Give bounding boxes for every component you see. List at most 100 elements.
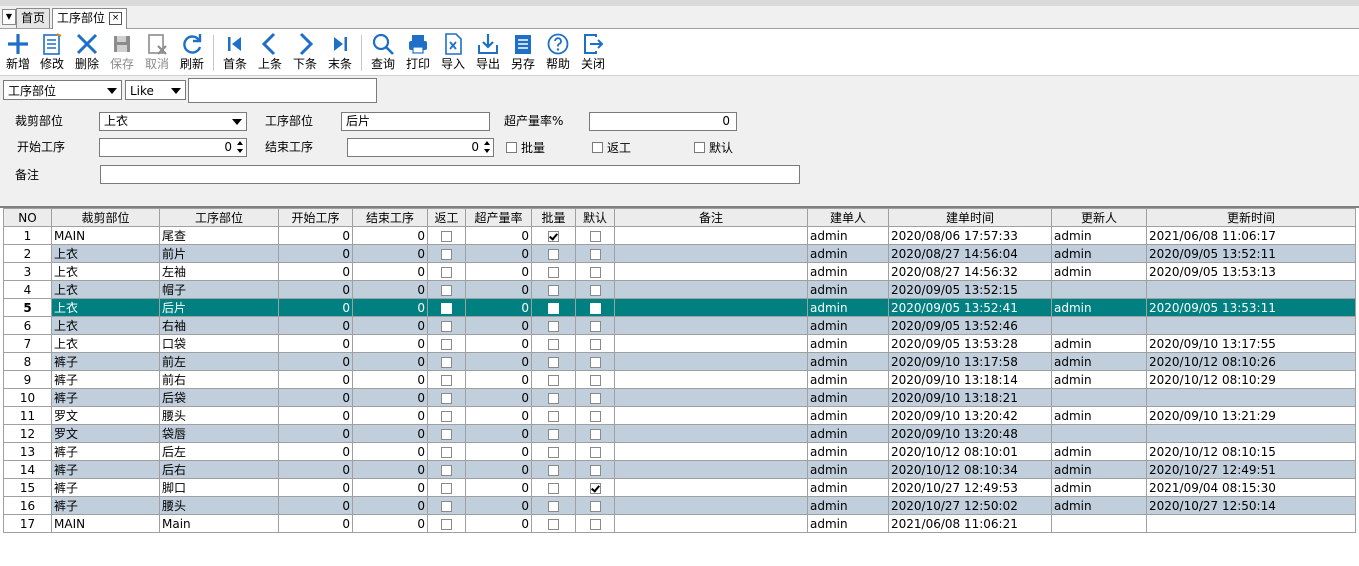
cell-def[interactable] xyxy=(575,514,615,533)
cell-def[interactable] xyxy=(575,478,615,497)
print-button[interactable]: 打印 xyxy=(401,31,435,73)
end-process-stepper[interactable]: 0 xyxy=(347,138,494,157)
tab-home[interactable]: 首页 xyxy=(16,8,51,28)
export-button[interactable]: 导出 xyxy=(471,31,505,73)
cell-def[interactable] xyxy=(575,388,615,407)
cell-def[interactable] xyxy=(575,406,615,425)
search-field-select[interactable]: 工序部位 xyxy=(3,80,122,100)
cell-batch[interactable] xyxy=(531,406,576,425)
save-button[interactable]: 保存 xyxy=(105,31,139,73)
edit-button[interactable]: 修改 xyxy=(35,31,69,73)
column-header[interactable]: 更新时间 xyxy=(1146,208,1356,227)
table-row[interactable]: 8 裤子 前左 0 0 0 admin 2020/09/10 13:17:58 admin 202… xyxy=(3,352,1356,371)
cell-batch[interactable] xyxy=(531,514,576,533)
cell-def[interactable] xyxy=(575,424,615,443)
cell-batch[interactable] xyxy=(531,244,576,263)
search-keyword-input[interactable] xyxy=(188,78,377,103)
cell-rework[interactable] xyxy=(427,298,466,317)
cell-rework[interactable] xyxy=(427,514,466,533)
default-checkbox[interactable]: 默认 xyxy=(694,140,733,156)
cell-def[interactable] xyxy=(575,316,615,335)
cell-def[interactable] xyxy=(575,460,615,479)
cell-rework[interactable] xyxy=(427,226,466,245)
cancel-button[interactable]: 取消 xyxy=(140,31,174,73)
column-header[interactable]: 返工 xyxy=(427,208,466,227)
start-process-stepper[interactable]: 0 xyxy=(99,138,247,157)
table-row[interactable]: 2 上衣 前片 0 0 0 admin 2020/08/27 14:56:04 admin 202… xyxy=(3,244,1356,263)
cell-rework[interactable] xyxy=(427,352,466,371)
column-header[interactable]: 工序部位 xyxy=(159,208,279,227)
cell-batch[interactable] xyxy=(531,370,576,389)
table-row[interactable]: 1 MAIN 尾查 0 0 0 admin 2020/08/06 17:57:33 admin 2… xyxy=(3,226,1356,245)
cell-batch[interactable] xyxy=(531,226,576,245)
cell-def[interactable] xyxy=(575,352,615,371)
column-header[interactable]: 更新人 xyxy=(1051,208,1147,227)
column-header[interactable]: 建单时间 xyxy=(888,208,1052,227)
query-button[interactable]: 查询 xyxy=(366,31,400,73)
table-row[interactable]: 4 上衣 帽子 0 0 0 admin 2020/09/05 13:52:15 xyxy=(3,280,1356,299)
cell-rework[interactable] xyxy=(427,334,466,353)
cell-def[interactable] xyxy=(575,496,615,515)
cell-rework[interactable] xyxy=(427,388,466,407)
tab-process-part[interactable]: 工序部位 × xyxy=(52,8,128,29)
cell-batch[interactable] xyxy=(531,478,576,497)
table-row[interactable]: 5 上衣 后片 0 0 0 admin 2020/09/05 13:52:41 admin 202… xyxy=(3,298,1356,317)
spinner-icon[interactable] xyxy=(483,140,491,155)
column-header[interactable]: NO xyxy=(3,208,52,227)
prev-record-button[interactable]: 上条 xyxy=(253,31,287,73)
batch-checkbox[interactable]: 批量 xyxy=(506,140,545,156)
cell-batch[interactable] xyxy=(531,388,576,407)
table-row[interactable]: 17 MAIN Main 0 0 0 admin 2021/06/08 11:06:21 xyxy=(3,514,1356,533)
table-row[interactable]: 9 裤子 前右 0 0 0 admin 2020/09/10 13:18:14 admin 202… xyxy=(3,370,1356,389)
column-header[interactable]: 裁剪部位 xyxy=(51,208,160,227)
process-part-input[interactable]: 后片 xyxy=(341,112,490,131)
help-button[interactable]: 帮助 xyxy=(541,31,575,73)
cell-batch[interactable] xyxy=(531,352,576,371)
remark-input[interactable] xyxy=(100,165,800,184)
column-header[interactable]: 结束工序 xyxy=(352,208,428,227)
close-button[interactable]: 关闭 xyxy=(576,31,610,73)
cut-part-select[interactable]: 上衣 xyxy=(99,112,247,131)
table-row[interactable]: 10 裤子 后袋 0 0 0 admin 2020/09/10 13:18:21 xyxy=(3,388,1356,407)
column-header[interactable]: 超产量率 xyxy=(465,208,532,227)
last-record-button[interactable]: 末条 xyxy=(323,31,357,73)
cell-rework[interactable] xyxy=(427,406,466,425)
cell-def[interactable] xyxy=(575,442,615,461)
column-header[interactable]: 开始工序 xyxy=(278,208,353,227)
tab-menu-chevron-down-icon[interactable]: ▼ xyxy=(2,9,16,25)
column-header[interactable]: 建单人 xyxy=(807,208,889,227)
cell-rework[interactable] xyxy=(427,280,466,299)
cell-rework[interactable] xyxy=(427,262,466,281)
cell-batch[interactable] xyxy=(531,424,576,443)
table-row[interactable]: 12 罗文 袋唇 0 0 0 admin 2020/09/10 13:20:48 xyxy=(3,424,1356,443)
import-button[interactable]: 导入 xyxy=(436,31,470,73)
cell-batch[interactable] xyxy=(531,442,576,461)
cell-batch[interactable] xyxy=(531,496,576,515)
new-button[interactable]: 新增 xyxy=(1,31,35,73)
cell-batch[interactable] xyxy=(531,316,576,335)
table-row[interactable]: 16 裤子 腰头 0 0 0 admin 2020/10/27 12:50:02 admin 20… xyxy=(3,496,1356,515)
cell-batch[interactable] xyxy=(531,280,576,299)
cell-def[interactable] xyxy=(575,244,615,263)
delete-button[interactable]: 删除 xyxy=(70,31,104,73)
table-row[interactable]: 6 上衣 右袖 0 0 0 admin 2020/09/05 13:52:46 xyxy=(3,316,1356,335)
table-row[interactable]: 3 上衣 左袖 0 0 0 admin 2020/08/27 14:56:32 admin 202… xyxy=(3,262,1356,281)
cell-rework[interactable] xyxy=(427,460,466,479)
refresh-button[interactable]: 刷新 xyxy=(175,31,209,73)
cell-rework[interactable] xyxy=(427,370,466,389)
cell-rework[interactable] xyxy=(427,496,466,515)
next-record-button[interactable]: 下条 xyxy=(288,31,322,73)
cell-def[interactable] xyxy=(575,262,615,281)
cell-batch[interactable] xyxy=(531,298,576,317)
cell-batch[interactable] xyxy=(531,262,576,281)
search-operator-select[interactable]: Like xyxy=(125,80,186,100)
table-row[interactable]: 7 上衣 口袋 0 0 0 admin 2020/09/05 13:53:28 admin 202… xyxy=(3,334,1356,353)
cell-batch[interactable] xyxy=(531,460,576,479)
cell-def[interactable] xyxy=(575,334,615,353)
cell-def[interactable] xyxy=(575,370,615,389)
tab-close-icon[interactable]: × xyxy=(109,12,123,25)
overrate-input[interactable]: 0 xyxy=(589,112,737,131)
table-row[interactable]: 13 裤子 后左 0 0 0 admin 2020/10/12 08:10:01 admin 20… xyxy=(3,442,1356,461)
cell-batch[interactable] xyxy=(531,334,576,353)
saveas-button[interactable]: 另存 xyxy=(506,31,540,73)
